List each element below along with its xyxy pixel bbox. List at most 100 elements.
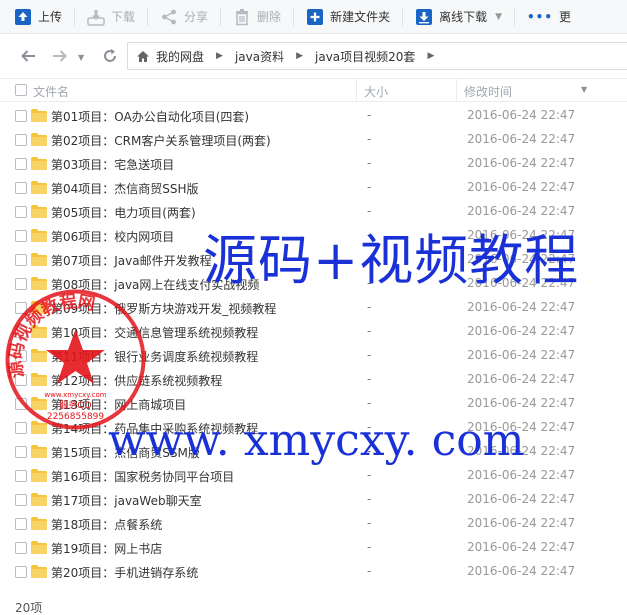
file-modified: 2016-06-24 22:47 [467, 468, 576, 482]
toolbar-divider [402, 7, 404, 26]
table-row[interactable]: 第17项目：javaWeb聊天室 - 2016-06-24 22:47 [0, 488, 627, 512]
file-size: - [367, 540, 372, 554]
file-size: - [367, 348, 372, 362]
file-name[interactable]: 第03项目：宅急送项目 [51, 156, 174, 173]
file-size: - [367, 180, 372, 194]
download-icon [87, 8, 105, 26]
file-size: - [367, 132, 372, 146]
folder-icon [31, 229, 47, 242]
file-size: - [367, 324, 372, 338]
refresh-button[interactable] [98, 44, 122, 68]
row-checkbox[interactable] [15, 158, 27, 170]
folder-icon [31, 109, 47, 122]
share-button[interactable]: 分享 [152, 0, 216, 34]
row-checkbox[interactable] [15, 134, 27, 146]
file-list-header: 文件名 大小 修改时间 ▼ [0, 78, 627, 102]
file-modified: 2016-06-24 22:47 [467, 396, 576, 410]
share-label: 分享 [184, 10, 209, 24]
breadcrumb-item-current-folder[interactable]: java项目视频20套 [315, 48, 415, 65]
arrow-right-icon [53, 50, 67, 62]
toolbar: 上传 下载 分享 删除 新建文件夹 离线下载 ▼ ••• 更 [0, 0, 627, 34]
column-divider [356, 79, 357, 101]
file-modified: 2016-06-24 22:47 [467, 180, 576, 194]
row-checkbox[interactable] [15, 494, 27, 506]
file-modified: 2016-06-24 22:47 [467, 156, 576, 170]
row-checkbox[interactable] [15, 254, 27, 266]
toolbar-divider [293, 7, 295, 26]
row-checkbox[interactable] [15, 182, 27, 194]
offline-download-button[interactable]: 离线下载 ▼ [407, 0, 510, 34]
folder-icon [31, 133, 47, 146]
file-size: - [367, 300, 372, 314]
column-header-modified[interactable]: 修改时间 [464, 83, 512, 100]
watermark-url: www. xmycxy. com [108, 415, 525, 466]
table-row[interactable]: 第04项目：杰信商贸SSH版 - 2016-06-24 22:47 [0, 176, 627, 200]
toolbar-divider [147, 7, 149, 26]
file-modified: 2016-06-24 22:47 [467, 540, 576, 554]
history-dropdown[interactable]: ▼ [78, 53, 84, 62]
more-label: 更 [559, 10, 572, 24]
breadcrumb-item-my-disk[interactable]: 我的网盘 [156, 48, 204, 65]
breadcrumb: 我的网盘 ▶ java资料 ▶ java项目视频20套 ▶ [127, 42, 627, 70]
more-button[interactable]: ••• 更 [519, 0, 571, 34]
download-button[interactable]: 下载 [79, 0, 143, 34]
file-size: - [367, 516, 372, 530]
file-name[interactable]: 第01项目：OA办公自动化项目(四套) [51, 108, 249, 125]
column-header-name[interactable]: 文件名 [33, 83, 69, 100]
row-checkbox[interactable] [15, 470, 27, 482]
folder-icon [31, 541, 47, 554]
folder-icon [31, 493, 47, 506]
row-checkbox[interactable] [15, 518, 27, 530]
column-header-size[interactable]: 大小 [364, 83, 388, 100]
file-modified: 2016-06-24 22:47 [467, 132, 576, 146]
file-modified: 2016-06-24 22:47 [467, 324, 576, 338]
row-checkbox[interactable] [15, 110, 27, 122]
toolbar-divider [74, 7, 76, 26]
sort-dropdown-icon[interactable]: ▼ [581, 85, 587, 94]
file-modified: 2016-06-24 22:47 [467, 300, 576, 314]
folder-icon [31, 445, 47, 458]
back-button[interactable] [16, 44, 40, 68]
forward-button[interactable] [48, 44, 72, 68]
folder-icon [31, 181, 47, 194]
file-name[interactable]: 第17项目：javaWeb聊天室 [51, 492, 202, 509]
row-checkbox[interactable] [15, 206, 27, 218]
table-row[interactable]: 第03项目：宅急送项目 - 2016-06-24 22:47 [0, 152, 627, 176]
refresh-icon [104, 49, 116, 62]
column-divider [456, 79, 457, 101]
row-checkbox[interactable] [15, 566, 27, 578]
home-icon[interactable] [136, 50, 150, 63]
file-modified: 2016-06-24 22:47 [467, 564, 576, 578]
table-row[interactable]: 第20项目：手机进销存系统 - 2016-06-24 22:47 [0, 560, 627, 584]
file-name[interactable]: 第02项目：CRM客户关系管理项目(两套) [51, 132, 271, 149]
file-name[interactable]: 第06项目：校内网项目 [51, 228, 174, 245]
file-name[interactable]: 第16项目：国家税务协同平台项目 [51, 468, 234, 485]
file-name[interactable]: 第04项目：杰信商贸SSH版 [51, 180, 199, 197]
offline-download-icon [415, 8, 433, 26]
upload-button[interactable]: 上传 [0, 0, 70, 34]
file-name[interactable]: 第07项目：Java邮件开发教程 [51, 252, 212, 269]
table-row[interactable]: 第01项目：OA办公自动化项目(四套) - 2016-06-24 22:47 [0, 104, 627, 128]
table-row[interactable]: 第19项目：网上书店 - 2016-06-24 22:47 [0, 536, 627, 560]
select-all-checkbox[interactable] [15, 84, 27, 96]
file-name[interactable]: 第19项目：网上书店 [51, 540, 162, 557]
table-row[interactable]: 第16项目：国家税务协同平台项目 - 2016-06-24 22:47 [0, 464, 627, 488]
breadcrumb-item-java-materials[interactable]: java资料 [235, 48, 284, 65]
delete-button[interactable]: 删除 [225, 0, 289, 34]
toolbar-divider [220, 7, 222, 26]
item-count: 20项 [15, 601, 43, 615]
row-checkbox[interactable] [15, 446, 27, 458]
table-row[interactable]: 第18项目：点餐系统 - 2016-06-24 22:47 [0, 512, 627, 536]
file-name[interactable]: 第20项目：手机进销存系统 [51, 564, 198, 581]
folder-icon [31, 517, 47, 530]
table-row[interactable]: 第02项目：CRM客户关系管理项目(两套) - 2016-06-24 22:47 [0, 128, 627, 152]
file-modified: 2016-06-24 22:47 [467, 516, 576, 530]
row-checkbox[interactable] [15, 542, 27, 554]
trash-icon [233, 8, 251, 26]
watermark-headline: 源码+视频教程 [203, 229, 580, 292]
row-checkbox[interactable] [15, 230, 27, 242]
file-size: - [367, 564, 372, 578]
file-name[interactable]: 第18项目：点餐系统 [51, 516, 162, 533]
file-name[interactable]: 第05项目：电力项目(两套) [51, 204, 196, 221]
new-folder-button[interactable]: 新建文件夹 [298, 0, 398, 34]
